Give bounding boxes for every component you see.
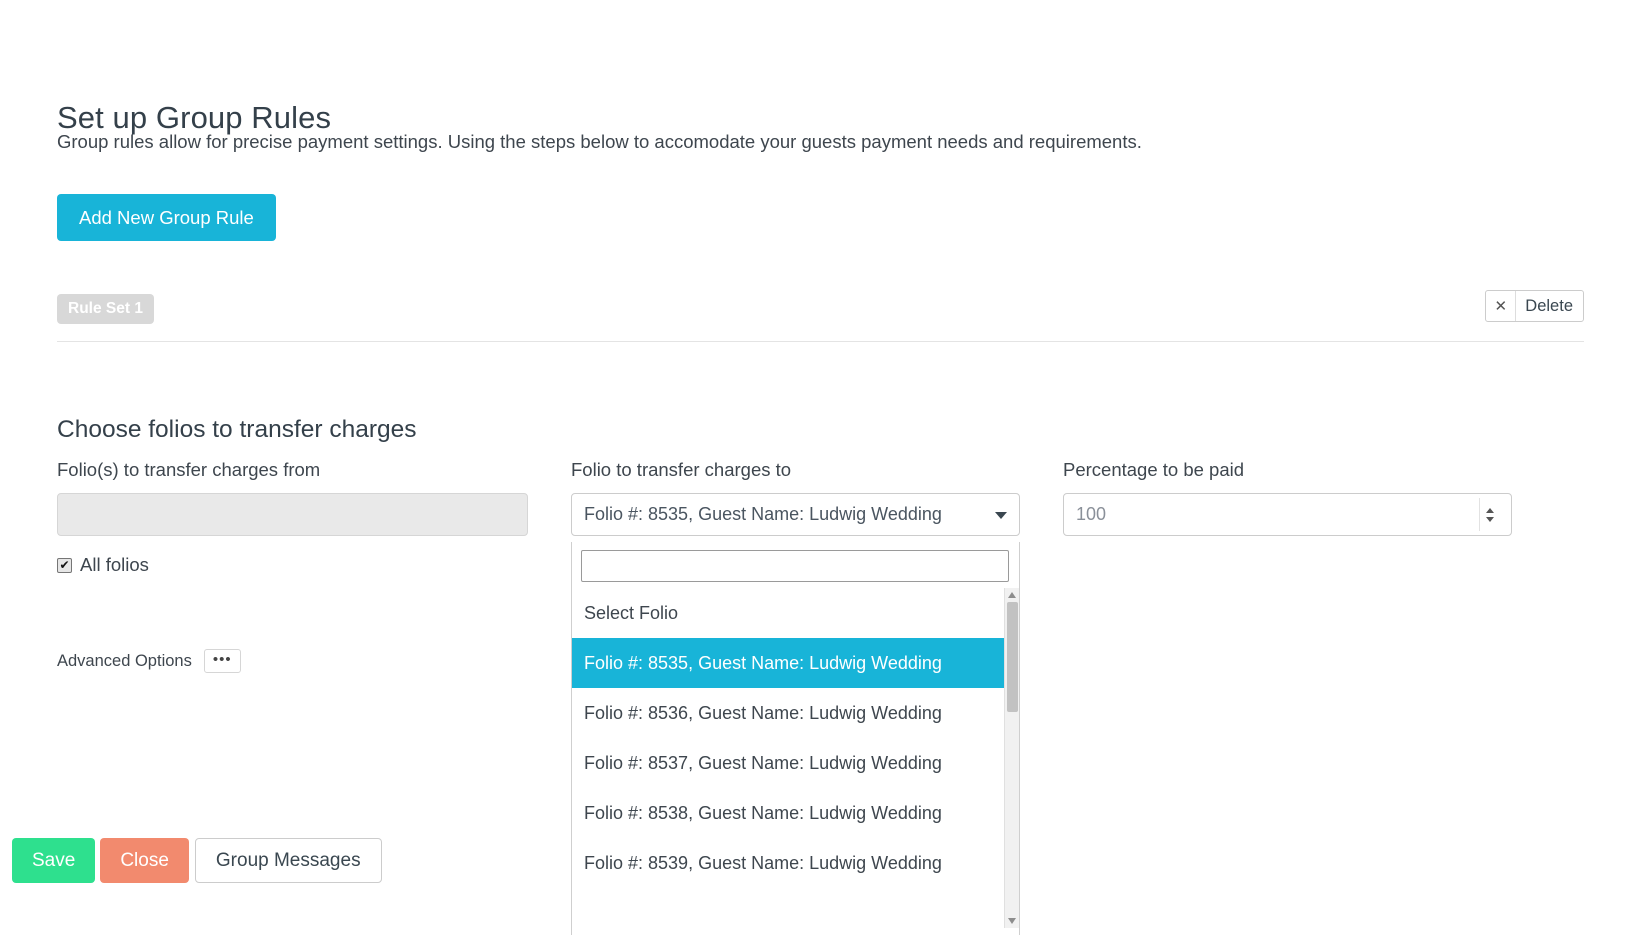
advanced-options-row[interactable]: Advanced Options ••• xyxy=(57,649,241,673)
section-divider xyxy=(57,341,1584,342)
close-x-icon[interactable]: ✕ xyxy=(1486,291,1517,321)
list-item[interactable]: Folio #: 8535, Guest Name: Ludwig Weddin… xyxy=(572,638,1004,688)
spinner-up-icon[interactable] xyxy=(1485,507,1494,513)
delete-button[interactable]: Delete xyxy=(1516,291,1583,321)
rule-set-badge: Rule Set 1 xyxy=(57,294,154,324)
all-folios-checkbox[interactable]: ✔ xyxy=(57,557,72,573)
advanced-options-button[interactable]: ••• xyxy=(203,649,241,673)
page-subtitle: Group rules allow for precise payment se… xyxy=(57,131,1142,152)
folio-list-scrollbar[interactable] xyxy=(1004,588,1019,928)
save-button[interactable]: Save xyxy=(12,838,96,883)
scrollbar-thumb[interactable] xyxy=(1007,602,1018,712)
folios-from-input[interactable] xyxy=(57,493,528,536)
group-rules-page: Set up Group Rules Group rules allow for… xyxy=(0,0,1641,935)
list-item[interactable]: Select Folio xyxy=(572,588,1004,638)
folio-to-dropdown-panel: Select Folio Folio #: 8535, Guest Name: … xyxy=(571,542,1020,935)
section-title: Choose folios to transfer charges xyxy=(57,416,417,444)
all-folios-checkbox-row[interactable]: ✔ All folios xyxy=(57,554,149,576)
footer-action-bar: Save Close Group Messages xyxy=(12,838,382,883)
folio-option-scrollarea: Select Folio Folio #: 8535, Guest Name: … xyxy=(572,588,1004,928)
delete-rule-set-group[interactable]: ✕ Delete xyxy=(1485,290,1584,322)
list-item[interactable]: Folio #: 8536, Guest Name: Ludwig Weddin… xyxy=(572,688,1004,738)
folio-to-select-wrapper: Folio #: 8535, Guest Name: Ludwig Weddin… xyxy=(571,493,1020,935)
percentage-stepper[interactable] xyxy=(1479,498,1499,531)
scroll-down-arrow-icon[interactable] xyxy=(1008,918,1016,924)
percentage-input[interactable] xyxy=(1063,493,1512,536)
folio-to-selected-value: Folio #: 8535, Guest Name: Ludwig Weddin… xyxy=(584,504,942,524)
group-messages-button[interactable]: Group Messages xyxy=(194,838,382,883)
add-new-group-rule-button[interactable]: Add New Group Rule xyxy=(57,194,276,241)
list-item[interactable]: Folio #: 8538, Guest Name: Ludwig Weddin… xyxy=(572,788,1004,838)
chevron-down-icon[interactable] xyxy=(995,511,1007,519)
folio-to-select[interactable]: Folio #: 8535, Guest Name: Ludwig Weddin… xyxy=(571,493,1020,536)
list-item[interactable]: Folio #: 8539, Guest Name: Ludwig Weddin… xyxy=(572,838,1004,888)
folio-to-label: Folio to transfer charges to xyxy=(571,459,792,480)
spinner-down-icon[interactable] xyxy=(1485,516,1494,522)
list-item[interactable]: Folio #: 8537, Guest Name: Ludwig Weddin… xyxy=(572,738,1004,788)
close-button[interactable]: Close xyxy=(100,838,189,883)
folios-from-label: Folio(s) to transfer charges from xyxy=(57,459,321,480)
advanced-options-label: Advanced Options xyxy=(57,651,192,670)
all-folios-label: All folios xyxy=(80,554,149,575)
folio-search-input[interactable] xyxy=(581,550,1009,582)
percentage-label: Percentage to be paid xyxy=(1063,459,1245,480)
folio-option-list: Select Folio Folio #: 8535, Guest Name: … xyxy=(572,588,1019,928)
scroll-up-arrow-icon[interactable] xyxy=(1008,592,1016,598)
